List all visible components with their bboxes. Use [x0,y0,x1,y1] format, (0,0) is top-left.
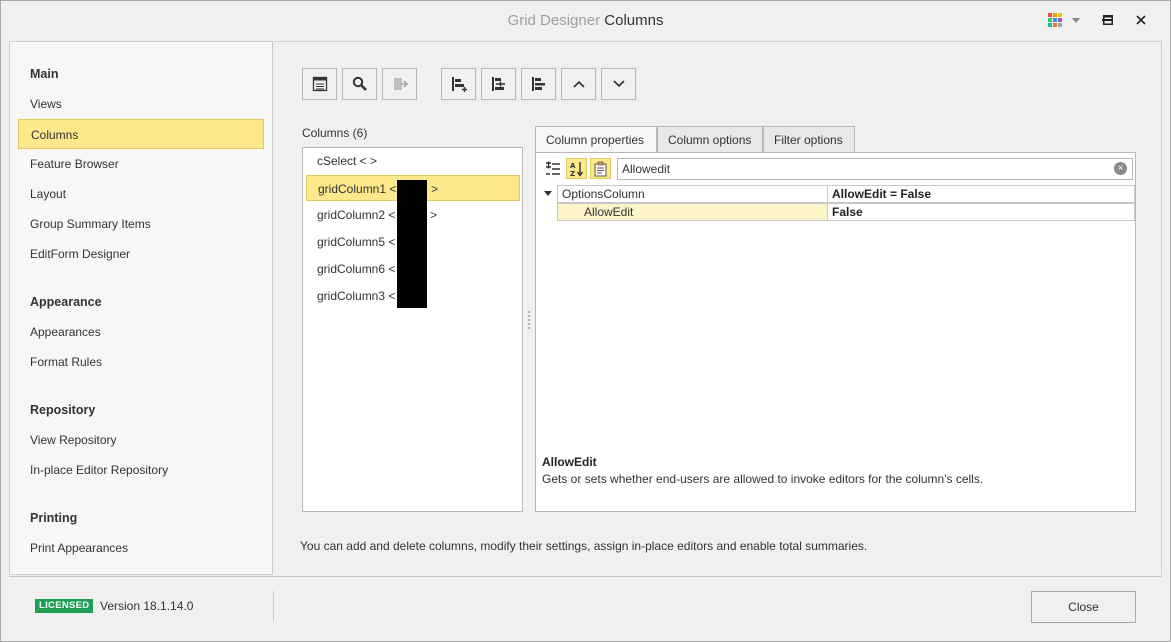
property-value[interactable]: False [827,203,1135,221]
show-field-list-button[interactable] [342,68,377,100]
footer-divider [273,591,274,621]
sidebar-item-layout[interactable]: Layout [18,179,264,209]
grip-icon [528,311,530,329]
chevron-down-icon [612,80,625,88]
tab-filter-options[interactable]: Filter options [763,126,855,153]
splitter-handle[interactable] [527,310,531,330]
sidebar-item-editform-designer[interactable]: EditForm Designer [18,239,264,269]
window-title: Grid Designer Columns [1,12,1170,29]
property-grid-panel: A Z Allowedit × OptionsColumn AllowEdit … [535,152,1136,512]
property-row-allowedit[interactable]: AllowEdit False [540,203,1135,221]
chevron-down-icon [1072,17,1080,23]
property-search-input[interactable]: Allowedit × [617,158,1133,180]
skin-palette-button[interactable] [1047,9,1081,31]
move-down-button[interactable] [601,68,636,100]
sidebar-item-columns[interactable]: Columns [18,119,264,149]
clear-search-icon[interactable]: × [1114,162,1127,175]
column-item-suffix: > [431,182,439,196]
sidebar-item-feature-browser[interactable]: Feature Browser [18,149,264,179]
retrieve-fields-icon [312,76,327,92]
description-text: Gets or sets whether end-users are allow… [542,472,984,486]
page-hint: You can add and delete columns, modify t… [300,539,868,553]
categorized-icon [545,161,560,175]
column-item-label: gridColumn1 < [318,182,397,196]
sidebar-item-view-repository[interactable]: View Repository [18,425,264,455]
sidebar-item-group-summary-items[interactable]: Group Summary Items [18,209,264,239]
group-printing: Printing [30,511,78,525]
tab-column-options[interactable]: Column options [657,126,763,153]
search-icon [352,76,367,91]
categorized-button[interactable] [542,158,563,179]
property-name: OptionsColumn [557,185,828,203]
window-title-main: Columns [604,12,664,29]
sidebar-item-print-appearances[interactable]: Print Appearances [18,533,264,563]
sort-alphabetical-icon: A Z [570,161,583,177]
version-label: Version 18.1.14.0 [100,599,194,613]
property-search-value: Allowedit [622,162,671,176]
column-item-cselect[interactable]: cSelect < > [306,148,520,174]
expand-arrow-icon[interactable] [543,188,553,200]
sidebar-item-views[interactable]: Views [18,89,264,119]
group-main: Main [30,67,59,81]
retrieve-fields-button[interactable] [302,68,337,100]
redaction-block [397,180,427,308]
property-pages-button[interactable] [590,158,611,179]
title-bar: Grid Designer Columns [1,1,1170,40]
insert-column-button[interactable] [481,68,516,100]
tab-column-properties[interactable]: Column properties [535,126,657,154]
svg-text:A: A [570,162,576,170]
close-button[interactable]: Close [1031,591,1136,623]
maximize-icon [1103,15,1113,25]
move-up-button[interactable] [561,68,596,100]
delete-column-button[interactable] [521,68,556,100]
column-item-label: gridColumn2 < [317,208,396,222]
sidebar-item-inplace-editor-repository[interactable]: In-place Editor Repository [18,455,264,485]
add-column-button[interactable] [441,68,476,100]
delete-column-icon [531,77,545,91]
description-title: AllowEdit [542,455,597,469]
column-item-suffix: > [430,208,438,222]
remove-icon [393,78,408,90]
alphabetical-button[interactable]: A Z [566,158,587,179]
group-appearance: Appearance [30,295,102,309]
sidebar-item-appearances[interactable]: Appearances [18,317,264,347]
maximize-button[interactable] [1098,9,1118,31]
property-grid-toolbar: A Z [542,158,611,180]
window-title-prefix: Grid Designer [507,12,601,29]
columns-count-label: Columns (6) [302,126,368,140]
group-repository: Repository [30,403,96,417]
close-icon [1136,15,1146,25]
footer-bar: LICENSED Version 18.1.14.0 Close [9,576,1162,635]
property-row-optionscolumn[interactable]: OptionsColumn AllowEdit = False [540,185,1135,203]
grid-designer-window: Grid Designer Columns Main Views Columns… [0,0,1171,642]
sidebar-item-format-rules[interactable]: Format Rules [18,347,264,377]
chevron-up-icon [572,80,585,88]
add-column-icon [451,77,467,92]
columns-page: Columns (6) cSelect < > gridColumn1 < > g… [274,41,1162,575]
palette-icon [1048,13,1062,27]
property-pages-icon [594,161,606,176]
insert-column-icon [491,77,505,91]
remove-button[interactable] [382,68,417,100]
navigation-sidebar: Main Views Columns Feature Browser Layou… [9,41,273,575]
licensed-badge: LICENSED [35,599,94,613]
property-value[interactable]: AllowEdit = False [827,185,1135,203]
close-window-button[interactable] [1131,9,1151,31]
svg-text:Z: Z [570,170,575,177]
property-name: AllowEdit [557,203,828,221]
